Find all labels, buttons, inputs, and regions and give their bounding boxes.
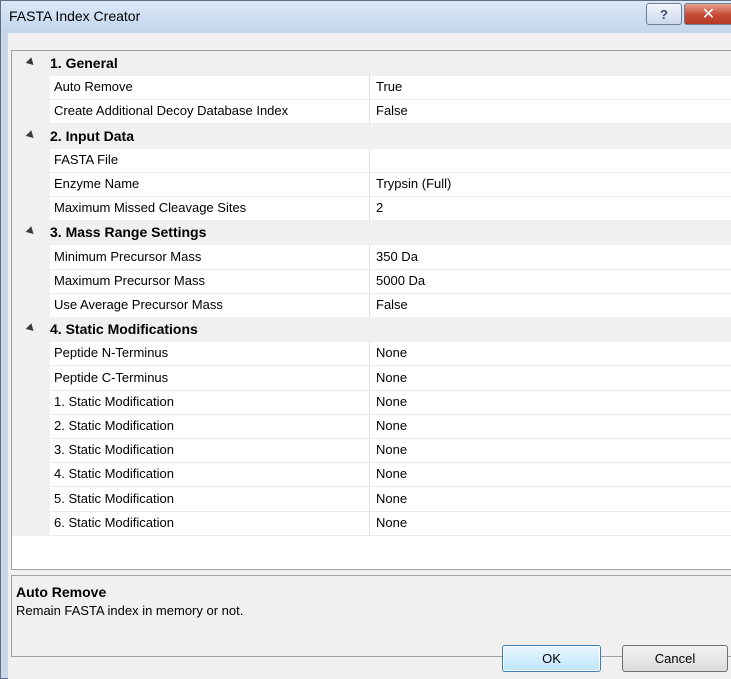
row-gutter	[12, 438, 50, 464]
property-row[interactable]: Maximum Precursor Mass 5000 Da	[12, 268, 731, 294]
property-row[interactable]: Peptide N-Terminus None	[12, 341, 731, 367]
fasta-index-creator-dialog: FASTA Index Creator ? ✕ 1. General Auto R…	[0, 0, 731, 679]
property-value[interactable]: 2	[370, 196, 731, 222]
category-label: 3. Mass Range Settings	[50, 224, 207, 241]
property-row[interactable]: FASTA File	[12, 147, 731, 173]
collapse-arrow-icon[interactable]	[25, 226, 37, 238]
property-value[interactable]: None	[370, 462, 731, 488]
property-value[interactable]: None	[370, 341, 731, 367]
row-gutter	[12, 486, 50, 512]
row-gutter	[12, 414, 50, 439]
property-value[interactable]: None	[370, 511, 731, 536]
property-value[interactable]: None	[370, 414, 731, 439]
property-name[interactable]: Peptide N-Terminus	[50, 341, 370, 367]
grid-toolbar-strip	[11, 43, 731, 50]
property-value[interactable]: False	[370, 99, 731, 125]
cancel-button[interactable]: Cancel	[622, 645, 728, 672]
row-gutter	[12, 147, 50, 173]
property-row[interactable]: Enzyme Name Trypsin (Full)	[12, 172, 731, 197]
category-label: 2. Input Data	[50, 127, 135, 144]
property-name[interactable]: FASTA File	[50, 147, 370, 173]
property-name[interactable]: 4. Static Modification	[50, 462, 370, 488]
collapse-arrow-icon[interactable]	[25, 323, 37, 334]
row-gutter	[12, 99, 50, 125]
close-button[interactable]: ✕	[684, 3, 731, 25]
property-row[interactable]: Peptide C-Terminus None	[12, 365, 731, 391]
property-name[interactable]: 6. Static Modification	[50, 510, 370, 536]
row-gutter	[12, 293, 50, 318]
property-name[interactable]: 3. Static Modification	[50, 438, 370, 464]
property-row[interactable]: 2. Static Modification None	[12, 414, 731, 439]
row-gutter	[12, 341, 50, 367]
property-name[interactable]: Minimum Precursor Mass	[50, 244, 370, 270]
property-row[interactable]: 1. Static Modification None	[12, 389, 731, 415]
property-name[interactable]: Create Additional Decoy Database Index	[50, 99, 370, 125]
property-row[interactable]: 6. Static Modification None	[12, 510, 731, 536]
category-label: 1. General	[50, 55, 118, 71]
category-label: 4. Static Modifications	[50, 321, 198, 338]
property-value[interactable]: False	[370, 293, 731, 318]
property-row[interactable]: 3. Static Modification None	[12, 438, 731, 464]
property-grid[interactable]: 1. General Auto Remove True Create Addition…	[11, 50, 731, 570]
property-row[interactable]: Auto Remove True	[12, 75, 731, 101]
property-value[interactable]: 350 Da	[370, 245, 731, 270]
row-gutter	[12, 389, 50, 415]
property-value[interactable]: Trypsin (Full)	[370, 172, 731, 197]
property-value[interactable]: None	[370, 390, 731, 415]
property-value[interactable]: None	[370, 366, 731, 391]
property-row[interactable]: Minimum Precursor Mass 350 Da	[12, 244, 731, 270]
category-row[interactable]: 4. Static Modifications	[12, 317, 731, 343]
property-value[interactable]: None	[370, 438, 731, 464]
property-name[interactable]: Auto Remove	[50, 75, 370, 101]
category-row[interactable]: 3. Mass Range Settings	[12, 220, 731, 246]
title-bar[interactable]: FASTA Index Creator ? ✕	[1, 1, 731, 33]
dialog-client-area: 1. General Auto Remove True Create Addition…	[8, 33, 731, 679]
question-mark-icon: ?	[660, 6, 668, 22]
property-value[interactable]: None	[370, 487, 731, 512]
property-name[interactable]: 2. Static Modification	[50, 414, 370, 439]
property-name[interactable]: Use Average Precursor Mass	[50, 293, 370, 318]
row-gutter	[12, 172, 50, 197]
property-value[interactable]: 5000 Da	[370, 269, 731, 294]
property-row[interactable]: 4. Static Modification None	[12, 462, 731, 488]
property-row[interactable]: 5. Static Modification None	[12, 486, 731, 512]
row-gutter	[12, 75, 50, 101]
collapse-arrow-icon[interactable]	[25, 129, 37, 141]
row-gutter	[12, 268, 50, 294]
property-row[interactable]: Use Average Precursor Mass False	[12, 293, 731, 318]
row-gutter	[12, 510, 50, 536]
window-title: FASTA Index Creator	[9, 8, 141, 24]
category-row[interactable]: 2. Input Data	[12, 123, 731, 149]
property-name[interactable]: Peptide C-Terminus	[50, 365, 370, 391]
collapse-arrow-icon[interactable]	[25, 57, 37, 68]
row-gutter	[12, 196, 50, 222]
property-row[interactable]: Maximum Missed Cleavage Sites 2	[12, 196, 731, 222]
property-name[interactable]: 5. Static Modification	[50, 486, 370, 512]
help-button[interactable]: ?	[646, 3, 682, 25]
row-gutter	[12, 462, 50, 488]
ok-button[interactable]: OK	[502, 645, 601, 672]
property-name[interactable]: Enzyme Name	[50, 172, 370, 197]
property-name[interactable]: Maximum Precursor Mass	[50, 268, 370, 294]
row-gutter	[12, 365, 50, 391]
property-name[interactable]: Maximum Missed Cleavage Sites	[50, 196, 370, 222]
property-name[interactable]: 1. Static Modification	[50, 389, 370, 415]
help-title: Auto Remove	[16, 584, 107, 600]
category-row[interactable]: 1. General	[12, 51, 731, 76]
help-description: Remain FASTA index in memory or not.	[16, 603, 244, 618]
close-icon: ✕	[701, 6, 716, 23]
property-value[interactable]	[370, 148, 731, 173]
property-value[interactable]: True	[370, 75, 731, 101]
property-row[interactable]: Create Additional Decoy Database Index Fa…	[12, 99, 731, 125]
row-gutter	[12, 244, 50, 270]
